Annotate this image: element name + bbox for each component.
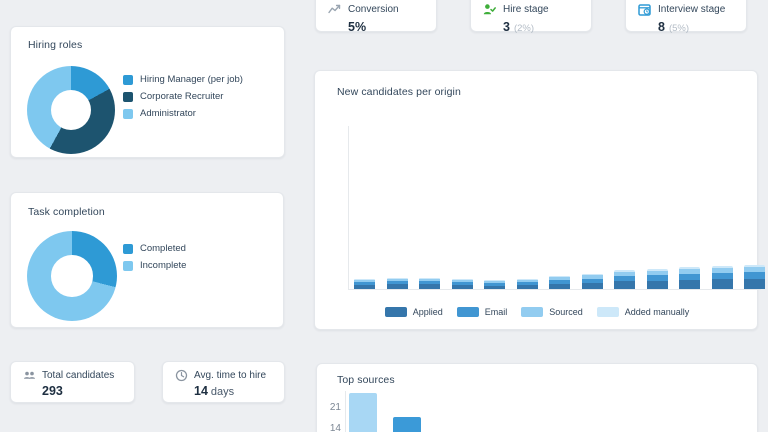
top-sources-card: Top sources 21 14 <box>316 363 758 432</box>
new-candidates-per-origin-card: New candidates per origin Applied Email … <box>314 70 765 330</box>
legend-swatch <box>521 307 544 317</box>
stat-sub: (2%) <box>513 23 535 34</box>
people-icon <box>23 369 36 382</box>
stat-label: Total candidates <box>42 370 115 381</box>
legend-label: Completed <box>140 243 186 254</box>
legend-label: Administrator <box>140 108 196 119</box>
legend-swatch <box>384 307 407 317</box>
origin-chart-legend: Applied Email Sourced Added manually <box>315 307 759 317</box>
legend-label: Added manually <box>624 307 690 317</box>
origin-bar-segment-applied <box>711 279 733 289</box>
origin-stacked-bars <box>354 265 765 289</box>
legend-item: Added manually <box>596 307 690 317</box>
stat-label: Conversion <box>348 4 399 15</box>
origin-bar <box>711 266 733 289</box>
stat-label: Avg. time to hire <box>194 370 267 381</box>
legend-item: Incomplete <box>123 257 186 274</box>
task-completion-card: Task completion Completed Incomplete <box>10 192 284 328</box>
legend-label: Applied <box>412 307 443 317</box>
origin-bar-segment-applied <box>614 281 635 289</box>
legend-swatch <box>456 307 479 317</box>
origin-bar <box>354 279 375 289</box>
y-axis-tick: 21 <box>329 402 341 413</box>
origin-bar <box>451 279 473 289</box>
origin-bar <box>484 280 505 289</box>
origin-bar-segment-applied <box>516 285 538 289</box>
origin-bar <box>744 265 765 289</box>
origin-bar <box>679 267 700 289</box>
origin-bar-segment-applied <box>484 286 505 289</box>
origin-bar-segment-applied <box>744 279 765 289</box>
top-sources-bar <box>393 417 421 432</box>
legend-item: Sourced <box>521 307 583 317</box>
task-completion-donut-chart <box>27 231 117 321</box>
person-check-icon <box>483 3 496 16</box>
origin-bar <box>581 274 603 289</box>
card-title: Task completion <box>28 206 105 218</box>
origin-bar-segment-applied <box>549 284 570 289</box>
legend-item: Corporate Recruiter <box>123 88 243 105</box>
avg-time-to-hire-card[interactable]: Avg. time to hire 14 days <box>162 361 285 403</box>
legend-swatch <box>123 108 133 119</box>
stat-card-hire-stage[interactable]: Hire stage 3 (2%) <box>470 0 592 34</box>
legend-swatch <box>123 243 133 254</box>
legend-swatch <box>596 307 619 317</box>
calendar-clock-icon <box>638 3 651 16</box>
task-completion-legend: Completed Incomplete <box>123 240 186 274</box>
y-axis-line <box>345 391 346 432</box>
stat-value: 14 <box>194 384 208 398</box>
hiring-roles-legend: Hiring Manager (per job) Corporate Recru… <box>123 71 243 122</box>
legend-label: Email <box>484 307 508 317</box>
stat-card-interview-stage[interactable]: Interview stage 8 (5%) <box>625 0 747 34</box>
clock-icon <box>175 369 188 382</box>
legend-item: Applied <box>384 307 443 317</box>
origin-bar-segment-applied <box>419 284 440 289</box>
origin-bar <box>549 276 570 289</box>
stat-value: 293 <box>42 384 63 398</box>
origin-bar-segment-applied <box>646 281 668 289</box>
legend-item: Hiring Manager (per job) <box>123 71 243 88</box>
legend-label: Hiring Manager (per job) <box>140 74 243 85</box>
card-title: New candidates per origin <box>337 86 461 98</box>
origin-bar-segment-applied <box>354 285 375 289</box>
legend-label: Sourced <box>549 307 583 317</box>
origin-bar <box>614 270 635 289</box>
top-sources-bar <box>349 393 377 432</box>
stat-card-conversion[interactable]: Conversion 5% <box>315 0 437 34</box>
stat-label: Hire stage <box>503 4 549 15</box>
origin-bar <box>646 269 668 289</box>
legend-item: Email <box>456 307 508 317</box>
origin-bar <box>516 279 538 289</box>
stat-unit: days <box>210 386 235 398</box>
origin-bar-segment-email <box>744 272 765 279</box>
card-title: Hiring roles <box>28 39 83 51</box>
origin-bar <box>419 278 440 289</box>
stat-value: 3 <box>503 20 510 34</box>
stat-value: 5% <box>348 20 367 34</box>
stat-label: Interview stage <box>658 4 726 15</box>
origin-bar-segment-applied <box>386 284 408 289</box>
y-axis-tick: 14 <box>329 423 341 432</box>
hiring-roles-donut-chart <box>27 66 115 154</box>
stat-value: 8 <box>658 20 665 34</box>
recruiting-dashboard: Conversion 5% Hire stage 3 (2%) Intervie… <box>0 0 768 432</box>
legend-swatch <box>123 74 133 85</box>
stat-sub: (5%) <box>668 23 690 34</box>
legend-swatch <box>123 91 133 102</box>
origin-bar <box>386 278 408 289</box>
trend-line-icon <box>328 3 341 16</box>
hiring-roles-card: Hiring roles Hiring Manager (per job) Co… <box>10 26 285 158</box>
legend-item: Completed <box>123 240 186 257</box>
origin-bar-segment-applied <box>581 283 603 289</box>
legend-label: Corporate Recruiter <box>140 91 224 102</box>
legend-item: Administrator <box>123 105 243 122</box>
total-candidates-card[interactable]: Total candidates 293 <box>10 361 135 403</box>
origin-bar-segment-applied <box>679 280 700 289</box>
card-title: Top sources <box>337 374 395 386</box>
legend-label: Incomplete <box>140 260 187 271</box>
origin-chart-plot-area <box>348 126 765 290</box>
origin-bar-segment-applied <box>451 285 473 289</box>
legend-swatch <box>123 260 133 271</box>
